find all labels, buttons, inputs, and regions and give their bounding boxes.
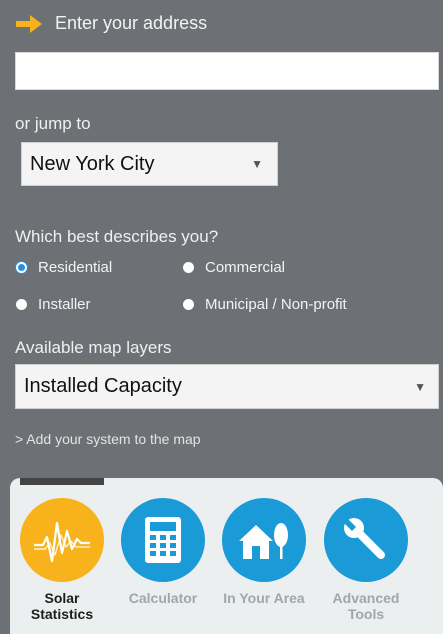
radio-residential-label: Residential bbox=[38, 259, 113, 276]
tool-advanced-tools-label: Advanced Tools bbox=[332, 590, 400, 622]
tool-solar-statistics-label: Solar Statistics bbox=[30, 590, 94, 622]
radio-installer[interactable]: Installer bbox=[16, 296, 91, 313]
caret-down-icon: ▼ bbox=[251, 157, 263, 171]
tool-calculator[interactable]: Calculator bbox=[115, 498, 211, 606]
solar-statistics-icon[interactable] bbox=[20, 498, 104, 582]
tool-in-your-area-label: In Your Area bbox=[223, 590, 305, 606]
add-system-link[interactable]: > Add your system to the map bbox=[15, 431, 201, 447]
radio-commercial[interactable]: Commercial bbox=[183, 259, 285, 276]
tool-solar-statistics[interactable]: Solar Statistics bbox=[14, 498, 110, 622]
map-layers-label: Available map layers bbox=[15, 338, 172, 357]
radio-button[interactable] bbox=[16, 299, 27, 310]
city-select-value: New York City bbox=[30, 152, 155, 175]
radio-residential[interactable]: Residential bbox=[16, 259, 112, 276]
map-layer-select[interactable]: Installed Capacity ▼ bbox=[15, 364, 439, 409]
radio-button-checked[interactable] bbox=[16, 262, 27, 273]
house-tree-icon[interactable] bbox=[222, 498, 306, 582]
radio-municipal-label: Municipal / Non-profit bbox=[205, 296, 347, 313]
caret-down-icon: ▼ bbox=[414, 379, 426, 394]
radio-commercial-label: Commercial bbox=[205, 259, 286, 276]
address-label: Enter your address bbox=[55, 13, 208, 33]
tool-advanced-tools[interactable]: Advanced Tools bbox=[318, 498, 414, 622]
describe-label: Which best describes you? bbox=[15, 227, 219, 246]
tool-in-your-area[interactable]: In Your Area bbox=[216, 498, 312, 606]
city-select[interactable]: New York City ▼ bbox=[21, 142, 278, 186]
wrench-icon[interactable] bbox=[324, 498, 408, 582]
radio-municipal[interactable]: Municipal / Non-profit bbox=[183, 296, 347, 313]
panel-tab-indicator bbox=[20, 478, 104, 485]
jump-to-label: or jump to bbox=[15, 114, 91, 133]
map-layer-select-value: Installed Capacity bbox=[24, 375, 182, 397]
address-input[interactable] bbox=[15, 52, 439, 90]
radio-button[interactable] bbox=[183, 262, 194, 273]
calculator-icon[interactable] bbox=[121, 498, 205, 582]
tool-calculator-label: Calculator bbox=[128, 590, 198, 606]
arrow-right-icon bbox=[16, 15, 42, 33]
radio-button[interactable] bbox=[183, 299, 194, 310]
radio-installer-label: Installer bbox=[38, 296, 91, 313]
